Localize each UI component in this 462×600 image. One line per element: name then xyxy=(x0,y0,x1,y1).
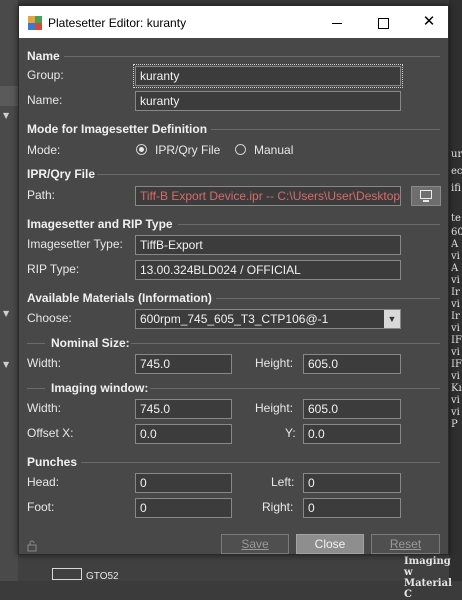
section-divider xyxy=(64,56,440,57)
minimize-icon xyxy=(332,22,342,24)
section-divider xyxy=(216,298,440,299)
offset-y-field[interactable]: 0.0 xyxy=(303,424,401,444)
chevron-down-icon[interactable]: ▼ xyxy=(384,310,400,328)
platesetter-editor-dialog: Platesetter Editor: kuranty ✕ Name Group… xyxy=(18,5,449,555)
monitor-icon xyxy=(420,190,432,199)
mode-label: Mode: xyxy=(27,143,61,157)
section-divider xyxy=(97,174,440,175)
mode-option-ipr-label[interactable]: IPR/Qry File xyxy=(155,143,220,157)
punch-right-field[interactable]: 0 xyxy=(303,498,401,518)
background-right-panel: ur ec ifi te 60 A vi A vi Ir vi Ir vi IF… xyxy=(449,0,462,581)
app-icon xyxy=(28,16,42,30)
punch-left-label: Left: xyxy=(271,475,295,489)
nominal-width-label: Width: xyxy=(27,356,62,370)
path-label: Path: xyxy=(27,188,56,202)
punch-left-field[interactable]: 0 xyxy=(303,473,401,493)
minimize-button[interactable] xyxy=(314,6,360,38)
offset-y-label: Y: xyxy=(285,426,296,440)
close-window-button[interactable]: ✕ xyxy=(406,6,452,38)
window-title: Platesetter Editor: kuranty xyxy=(48,16,187,30)
group-label: Group: xyxy=(27,68,64,82)
imaging-height-label: Height: xyxy=(255,401,294,415)
maximize-icon xyxy=(377,17,389,29)
radio-selected-dot xyxy=(139,147,144,152)
section-materials-heading: Available Materials (Information) xyxy=(27,291,212,305)
lock-icon[interactable] xyxy=(27,540,39,552)
close-icon: ✕ xyxy=(422,13,436,30)
punch-foot-label: Foot: xyxy=(27,500,55,514)
punch-right-label: Right: xyxy=(262,500,294,514)
tree-item-gto52[interactable]: GTO52 xyxy=(52,568,119,582)
material-dropdown-value: 600rpm_745_605_T3_CTP106@-1 xyxy=(140,312,329,326)
section-mode-heading: Mode for Imagesetter Definition xyxy=(27,122,208,136)
ipr-path-input[interactable]: Tiff-B Export Device.ipr -- C:\Users\Use… xyxy=(135,186,401,206)
section-imaging-heading: Imaging window: xyxy=(51,381,149,395)
mode-radio-manual[interactable] xyxy=(235,144,246,155)
rip-type-label: RIP Type: xyxy=(27,262,80,276)
section-nominal-heading: Nominal Size: xyxy=(51,336,130,350)
section-divider xyxy=(81,462,440,463)
press-icon xyxy=(52,568,82,580)
punch-head-field[interactable]: 0 xyxy=(135,473,232,493)
title-bar[interactable]: Platesetter Editor: kuranty ✕ xyxy=(19,6,448,38)
nominal-height-field[interactable]: 605.0 xyxy=(303,354,401,374)
background-bottom-label: Imaging w Material C xyxy=(404,556,452,600)
dialog-content: Name Group: kuranty Name: kuranty Mode f… xyxy=(19,38,448,554)
punch-head-label: Head: xyxy=(27,475,60,489)
section-divider xyxy=(178,224,440,225)
punch-foot-field[interactable]: 0 xyxy=(135,498,232,518)
reset-button[interactable]: Reset xyxy=(371,534,440,554)
section-divider xyxy=(150,388,440,389)
imagesetter-type-label: Imagesetter Type: xyxy=(27,237,123,251)
group-input[interactable]: kuranty xyxy=(133,64,403,88)
section-imagesetter-heading: Imagesetter and RIP Type xyxy=(27,217,173,231)
section-ipr-heading: IPR/Qry File xyxy=(27,167,96,181)
name-label: Name: xyxy=(27,93,63,107)
background-left-strip xyxy=(0,86,18,106)
section-name-heading: Name xyxy=(27,49,60,63)
nominal-height-label: Height: xyxy=(255,356,294,370)
material-dropdown[interactable]: 600rpm_745_605_T3_CTP106@-1 ▼ xyxy=(135,309,401,329)
tree-item-label: GTO52 xyxy=(86,571,119,582)
monitor-stand xyxy=(423,200,429,202)
imaging-width-label: Width: xyxy=(27,401,62,415)
close-button[interactable]: Close xyxy=(296,534,364,554)
background-right-text: ur ec ifi te 60 A vi A vi Ir vi Ir vi IF… xyxy=(451,150,462,430)
name-input[interactable]: kuranty xyxy=(135,91,401,111)
section-punches-heading: Punches xyxy=(27,455,78,469)
rip-type-field[interactable]: 13.00.324BLD024 / OFFICIAL xyxy=(135,260,401,280)
section-divider xyxy=(27,343,45,344)
maximize-button[interactable] xyxy=(360,6,406,38)
offset-x-field[interactable]: 0.0 xyxy=(135,424,232,444)
mode-option-manual-label[interactable]: Manual xyxy=(254,143,293,157)
section-divider xyxy=(211,129,440,130)
tree-expand-arrow-icon[interactable]: ▼ xyxy=(3,360,9,369)
imaging-height-field[interactable]: 605.0 xyxy=(303,399,401,419)
save-button[interactable]: Save xyxy=(221,534,289,554)
section-divider xyxy=(27,388,45,389)
choose-label: Choose: xyxy=(27,311,72,325)
imaging-width-field[interactable]: 745.0 xyxy=(135,399,232,419)
offset-x-label: Offset X: xyxy=(27,426,74,440)
imagesetter-type-field[interactable]: TiffB-Export xyxy=(135,235,401,255)
reset-button-label: Reset xyxy=(389,537,422,551)
save-button-label: Save xyxy=(241,537,269,551)
tree-expand-arrow-icon[interactable]: ▼ xyxy=(3,309,9,318)
mode-radio-ipr[interactable] xyxy=(136,144,147,155)
section-divider xyxy=(131,343,440,344)
tree-expand-arrow-icon[interactable]: ▼ xyxy=(3,111,9,120)
browse-button[interactable] xyxy=(411,186,441,206)
nominal-width-field[interactable]: 745.0 xyxy=(135,354,232,374)
